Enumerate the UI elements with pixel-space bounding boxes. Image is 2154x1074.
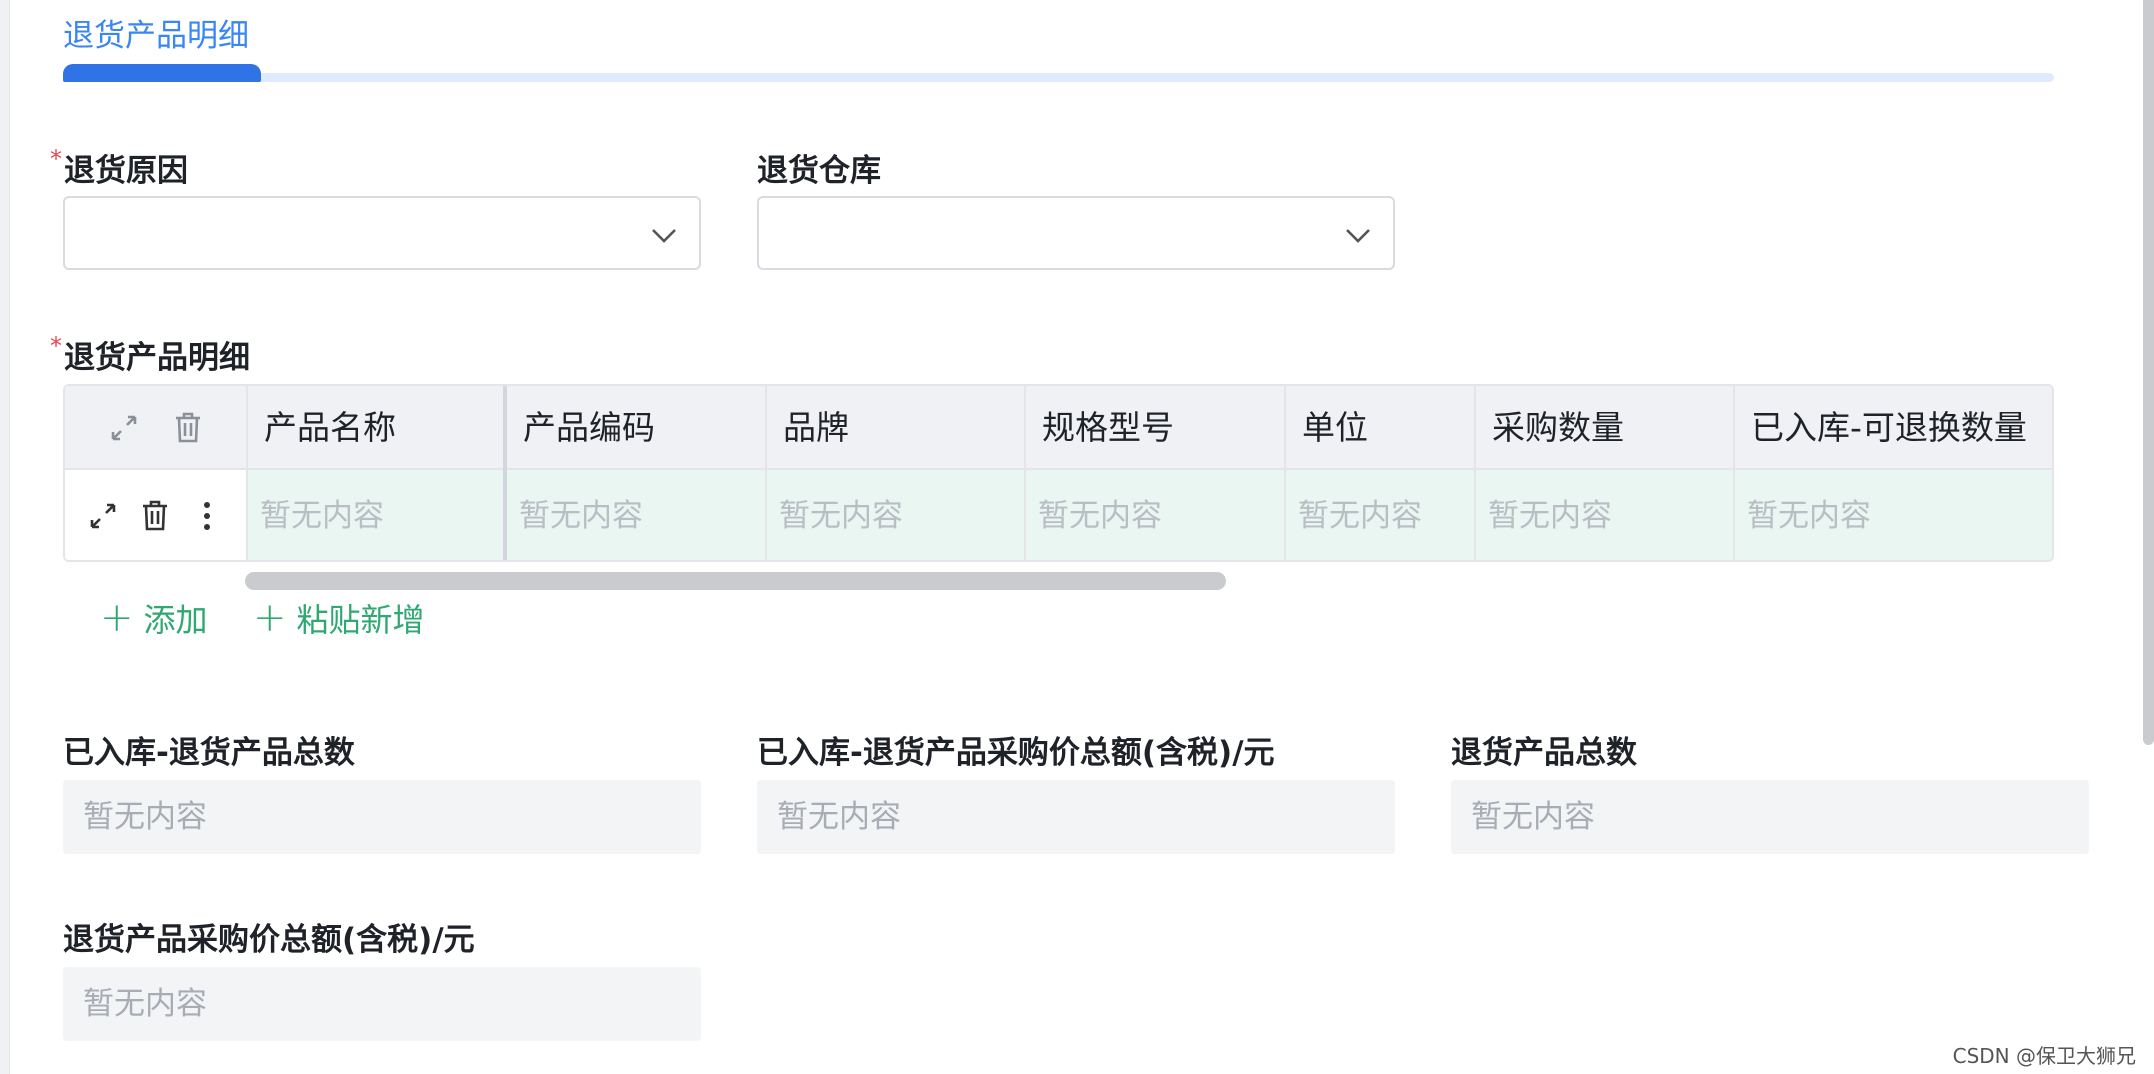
detail-table: 产品名称 产品编码 品牌 规格型号 单位 采购数量 已入库-可退换数量 暂无内容…: [63, 384, 2054, 562]
return-total-count-label: 退货产品总数: [1451, 735, 1637, 771]
cell-returnable-qty[interactable]: 暂无内容: [1735, 470, 1871, 560]
column-header-purchase-qty[interactable]: 采购数量: [1474, 386, 1624, 470]
column-divider: [765, 386, 767, 560]
row-controls: [65, 470, 246, 560]
page-scrollbar[interactable]: [2143, 0, 2154, 745]
cell-product-code[interactable]: 暂无内容: [507, 470, 643, 560]
delete-row-icon[interactable]: [140, 498, 170, 532]
column-divider: [1024, 386, 1026, 560]
return-total-count-field: 暂无内容: [1451, 780, 2089, 854]
required-mark: *: [50, 145, 62, 173]
more-vertical-icon[interactable]: [201, 500, 213, 532]
table-horizontal-scrollbar[interactable]: [245, 572, 1226, 590]
column-header-unit[interactable]: 单位: [1284, 386, 1368, 470]
column-header-brand[interactable]: 品牌: [765, 386, 849, 470]
stocked-total-count-label: 已入库-退货产品总数: [63, 735, 355, 771]
header-controls: [65, 386, 246, 470]
cell-spec-model[interactable]: 暂无内容: [1026, 470, 1162, 560]
chevron-down-icon: [652, 229, 676, 243]
plus-icon: +: [100, 595, 134, 641]
column-divider: [246, 386, 248, 560]
expand-icon[interactable]: [108, 412, 140, 444]
return-reason-label: *退货原因: [50, 145, 188, 189]
plus-icon: +: [253, 595, 287, 641]
return-warehouse-label: 退货仓库: [757, 153, 881, 189]
add-row-button[interactable]: + 添加: [100, 595, 208, 641]
return-total-amount-field: 暂无内容: [63, 967, 701, 1041]
return-warehouse-select[interactable]: [757, 196, 1395, 270]
table-row[interactable]: 暂无内容 暂无内容 暂无内容 暂无内容 暂无内容 暂无内容 暂无内容: [65, 470, 2052, 560]
paste-add-button[interactable]: + 粘贴新增: [253, 595, 425, 641]
cell-product-name[interactable]: 暂无内容: [248, 470, 384, 560]
section-tab-title[interactable]: 退货产品明细: [63, 10, 249, 55]
column-divider: [1474, 386, 1476, 560]
return-reason-select[interactable]: [63, 196, 701, 270]
left-panel-edge: [0, 0, 10, 1074]
stocked-total-amount-field: 暂无内容: [757, 780, 1395, 854]
watermark: CSDN @保卫大狮兄: [1952, 1044, 2136, 1068]
cell-unit[interactable]: 暂无内容: [1286, 470, 1422, 560]
table-header: 产品名称 产品编码 品牌 规格型号 单位 采购数量 已入库-可退换数量: [65, 386, 2052, 470]
column-divider: [1733, 386, 1735, 560]
column-header-product-code[interactable]: 产品编码: [505, 386, 655, 470]
cell-purchase-qty[interactable]: 暂无内容: [1476, 470, 1612, 560]
trash-icon[interactable]: [173, 410, 203, 444]
stocked-total-count-field: 暂无内容: [63, 780, 701, 854]
tab-active-indicator: [63, 64, 261, 82]
chevron-down-icon: [1346, 229, 1370, 243]
column-header-returnable-qty[interactable]: 已入库-可退换数量: [1733, 386, 2027, 470]
frozen-column-divider[interactable]: [503, 386, 507, 560]
column-header-spec-model[interactable]: 规格型号: [1024, 386, 1174, 470]
stocked-total-amount-label: 已入库-退货产品采购价总额(含税)/元: [757, 735, 1275, 771]
column-header-product-name[interactable]: 产品名称: [246, 386, 396, 470]
required-mark: *: [50, 332, 62, 360]
return-total-amount-label: 退货产品采购价总额(含税)/元: [63, 922, 475, 958]
expand-row-icon[interactable]: [87, 500, 119, 532]
cell-brand[interactable]: 暂无内容: [767, 470, 903, 560]
detail-table-label: *退货产品明细: [50, 332, 250, 376]
tab-underline-track: [63, 73, 2054, 82]
column-divider: [1284, 386, 1286, 560]
